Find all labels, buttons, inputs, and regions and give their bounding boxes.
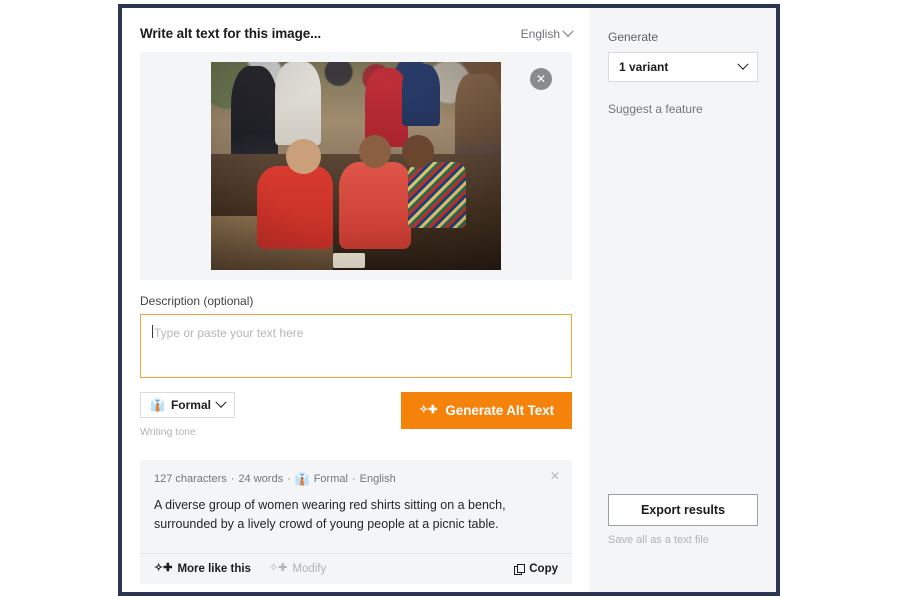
suggest-a-feature-link[interactable]: Suggest a feature bbox=[608, 102, 758, 116]
copy-label: Copy bbox=[529, 563, 558, 575]
meta-sep-3: · bbox=[352, 473, 356, 485]
chevron-down-icon bbox=[215, 397, 226, 408]
tone-caption: Writing tone bbox=[140, 426, 235, 438]
description-placeholder: Type or paste your text here bbox=[154, 326, 303, 340]
meta-sep-2: · bbox=[287, 473, 291, 485]
sparkles-icon: ✧✚ bbox=[419, 405, 437, 416]
result-language: English bbox=[360, 473, 396, 485]
language-selector[interactable]: English bbox=[521, 27, 572, 41]
generate-alt-text-button[interactable]: ✧✚ Generate Alt Text bbox=[401, 392, 572, 429]
result-actions: ✧✚ More like this ✧✚ Modify Copy bbox=[140, 553, 572, 584]
generate-label: Generate Alt Text bbox=[445, 403, 554, 418]
uploaded-image[interactable] bbox=[211, 62, 501, 270]
result-tone: Formal bbox=[314, 473, 348, 485]
necktie-icon: 👔 bbox=[150, 398, 165, 412]
modify-button[interactable]: ✧✚ Modify bbox=[269, 563, 326, 575]
export-group: Export results Save all as a text file bbox=[608, 494, 758, 546]
modify-label: Modify bbox=[292, 563, 326, 575]
variant-count-select[interactable]: 1 variant bbox=[608, 52, 758, 82]
tone-label: Formal bbox=[171, 398, 211, 412]
sparkles-icon: ✧✚ bbox=[269, 563, 287, 574]
language-label: English bbox=[521, 27, 560, 41]
word-count: 24 words bbox=[238, 473, 283, 485]
character-count: 127 characters bbox=[154, 473, 227, 485]
result-card: 127 characters · 24 words · 👔 Formal · E… bbox=[140, 460, 572, 584]
generate-label: Generate bbox=[608, 30, 758, 44]
export-caption: Save all as a text file bbox=[608, 534, 758, 546]
tone-group: 👔 Formal Writing tone bbox=[140, 392, 235, 438]
chevron-down-icon bbox=[562, 26, 573, 37]
header-row: Write alt text for this image... English bbox=[140, 26, 572, 41]
copy-button[interactable]: Copy bbox=[514, 563, 558, 575]
more-like-this-label: More like this bbox=[177, 563, 251, 575]
remove-image-button[interactable]: ✕ bbox=[530, 68, 552, 90]
controls-row: 👔 Formal Writing tone ✧✚ Generate Alt Te… bbox=[140, 392, 572, 438]
dismiss-result-button[interactable]: ✕ bbox=[550, 469, 560, 483]
description-label: Description (optional) bbox=[140, 294, 572, 308]
result-text: A diverse group of women wearing red shi… bbox=[140, 486, 572, 535]
sidebar: Generate 1 variant Suggest a feature Exp… bbox=[590, 8, 776, 592]
chevron-down-icon bbox=[737, 59, 748, 70]
sparkles-icon: ✧✚ bbox=[154, 563, 172, 574]
more-like-this-button[interactable]: ✧✚ More like this bbox=[154, 563, 251, 575]
text-caret bbox=[152, 325, 153, 338]
copy-icon bbox=[514, 564, 524, 574]
result-meta: 127 characters · 24 words · 👔 Formal · E… bbox=[140, 460, 572, 486]
writing-tone-button[interactable]: 👔 Formal bbox=[140, 392, 235, 418]
photo-vignette bbox=[211, 62, 501, 270]
app-window: Write alt text for this image... English bbox=[118, 4, 780, 596]
page-title: Write alt text for this image... bbox=[140, 26, 321, 41]
export-results-button[interactable]: Export results bbox=[608, 494, 758, 526]
description-input[interactable]: Type or paste your text here bbox=[140, 314, 572, 378]
variant-value: 1 variant bbox=[619, 60, 668, 74]
main-panel: Write alt text for this image... English bbox=[122, 8, 590, 592]
image-preview-area: ✕ bbox=[140, 52, 572, 280]
necktie-icon: 👔 bbox=[295, 472, 310, 486]
meta-sep-1: · bbox=[231, 473, 235, 485]
